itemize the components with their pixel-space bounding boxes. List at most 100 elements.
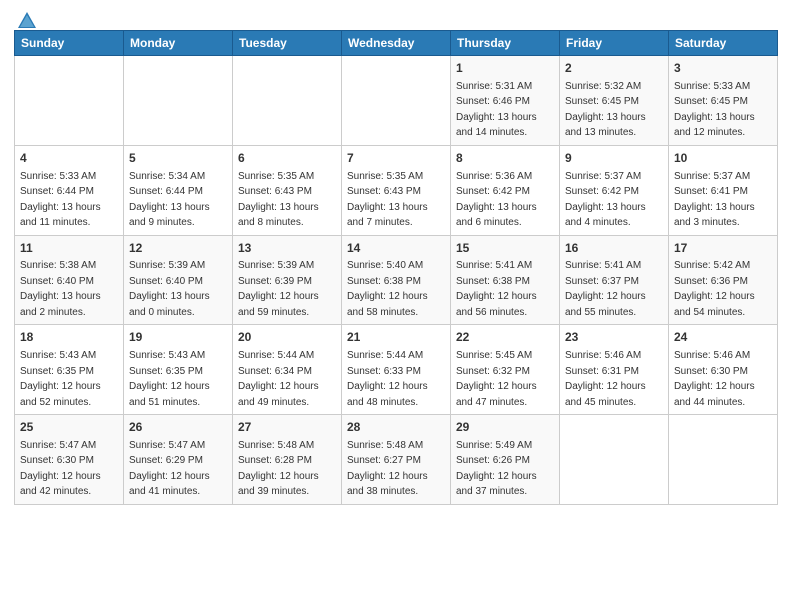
- col-header-saturday: Saturday: [669, 31, 778, 56]
- header-row: SundayMondayTuesdayWednesdayThursdayFrid…: [15, 31, 778, 56]
- day-number: 27: [238, 419, 336, 436]
- day-info: Sunrise: 5:44 AM Sunset: 6:33 PM Dayligh…: [347, 350, 428, 408]
- day-info: Sunrise: 5:35 AM Sunset: 6:43 PM Dayligh…: [238, 171, 319, 229]
- day-cell: [233, 56, 342, 146]
- day-cell: 20 Sunrise: 5:44 AM Sunset: 6:34 PM Dayli…: [233, 325, 342, 415]
- day-number: 2: [565, 60, 663, 77]
- day-cell: 14 Sunrise: 5:40 AM Sunset: 6:38 PM Dayli…: [342, 235, 451, 325]
- day-info: Sunrise: 5:31 AM Sunset: 6:46 PM Dayligh…: [456, 81, 537, 139]
- day-number: 29: [456, 419, 554, 436]
- day-info: Sunrise: 5:33 AM Sunset: 6:45 PM Dayligh…: [674, 81, 755, 139]
- day-info: Sunrise: 5:47 AM Sunset: 6:30 PM Dayligh…: [20, 440, 101, 498]
- header: [14, 10, 778, 26]
- day-cell: 16 Sunrise: 5:41 AM Sunset: 6:37 PM Dayli…: [560, 235, 669, 325]
- day-cell: 7Sunrise: 5:35 AM Sunset: 6:43 PM Daylig…: [342, 145, 451, 235]
- week-row-4: 18 Sunrise: 5:43 AM Sunset: 6:35 PM Dayli…: [15, 325, 778, 415]
- day-number: 3: [674, 60, 772, 77]
- day-number: 6: [238, 150, 336, 167]
- day-cell: 26 Sunrise: 5:47 AM Sunset: 6:29 PM Dayli…: [124, 415, 233, 505]
- day-number: 1: [456, 60, 554, 77]
- day-info: Sunrise: 5:41 AM Sunset: 6:37 PM Dayligh…: [565, 260, 646, 318]
- day-cell: 25 Sunrise: 5:47 AM Sunset: 6:30 PM Dayli…: [15, 415, 124, 505]
- day-info: Sunrise: 5:43 AM Sunset: 6:35 PM Dayligh…: [20, 350, 101, 408]
- day-number: 28: [347, 419, 445, 436]
- day-number: 25: [20, 419, 118, 436]
- col-header-thursday: Thursday: [451, 31, 560, 56]
- day-info: Sunrise: 5:41 AM Sunset: 6:38 PM Dayligh…: [456, 260, 537, 318]
- day-info: Sunrise: 5:46 AM Sunset: 6:30 PM Dayligh…: [674, 350, 755, 408]
- day-number: 10: [674, 150, 772, 167]
- col-header-friday: Friday: [560, 31, 669, 56]
- day-number: 13: [238, 240, 336, 257]
- week-row-1: 1 Sunrise: 5:31 AM Sunset: 6:46 PM Daylig…: [15, 56, 778, 146]
- day-cell: [560, 415, 669, 505]
- day-cell: [669, 415, 778, 505]
- col-header-sunday: Sunday: [15, 31, 124, 56]
- day-number: 11: [20, 240, 118, 257]
- day-info: Sunrise: 5:32 AM Sunset: 6:45 PM Dayligh…: [565, 81, 646, 139]
- day-number: 20: [238, 329, 336, 346]
- day-cell: 28 Sunrise: 5:48 AM Sunset: 6:27 PM Dayli…: [342, 415, 451, 505]
- day-number: 22: [456, 329, 554, 346]
- day-cell: 3 Sunrise: 5:33 AM Sunset: 6:45 PM Daylig…: [669, 56, 778, 146]
- day-info: Sunrise: 5:42 AM Sunset: 6:36 PM Dayligh…: [674, 260, 755, 318]
- day-info: Sunrise: 5:37 AM Sunset: 6:42 PM Dayligh…: [565, 171, 646, 229]
- day-info: Sunrise: 5:46 AM Sunset: 6:31 PM Dayligh…: [565, 350, 646, 408]
- day-cell: [124, 56, 233, 146]
- day-info: Sunrise: 5:43 AM Sunset: 6:35 PM Dayligh…: [129, 350, 210, 408]
- day-number: 21: [347, 329, 445, 346]
- day-number: 24: [674, 329, 772, 346]
- day-number: 14: [347, 240, 445, 257]
- calendar-table: SundayMondayTuesdayWednesdayThursdayFrid…: [14, 30, 778, 505]
- week-row-5: 25 Sunrise: 5:47 AM Sunset: 6:30 PM Dayli…: [15, 415, 778, 505]
- day-cell: 19 Sunrise: 5:43 AM Sunset: 6:35 PM Dayli…: [124, 325, 233, 415]
- day-cell: 18 Sunrise: 5:43 AM Sunset: 6:35 PM Dayli…: [15, 325, 124, 415]
- day-number: 17: [674, 240, 772, 257]
- day-number: 18: [20, 329, 118, 346]
- week-row-2: 4 Sunrise: 5:33 AM Sunset: 6:44 PM Daylig…: [15, 145, 778, 235]
- day-info: Sunrise: 5:35 AM Sunset: 6:43 PM Dayligh…: [347, 171, 428, 229]
- day-cell: 9 Sunrise: 5:37 AM Sunset: 6:42 PM Daylig…: [560, 145, 669, 235]
- day-info: Sunrise: 5:48 AM Sunset: 6:28 PM Dayligh…: [238, 440, 319, 498]
- day-number: 4: [20, 150, 118, 167]
- day-cell: 23 Sunrise: 5:46 AM Sunset: 6:31 PM Dayli…: [560, 325, 669, 415]
- day-cell: 21 Sunrise: 5:44 AM Sunset: 6:33 PM Dayli…: [342, 325, 451, 415]
- day-cell: 27 Sunrise: 5:48 AM Sunset: 6:28 PM Dayli…: [233, 415, 342, 505]
- day-cell: [342, 56, 451, 146]
- day-info: Sunrise: 5:37 AM Sunset: 6:41 PM Dayligh…: [674, 171, 755, 229]
- day-cell: 22Sunrise: 5:45 AM Sunset: 6:32 PM Dayli…: [451, 325, 560, 415]
- col-header-monday: Monday: [124, 31, 233, 56]
- page: SundayMondayTuesdayWednesdayThursdayFrid…: [0, 0, 792, 513]
- col-header-tuesday: Tuesday: [233, 31, 342, 56]
- day-info: Sunrise: 5:36 AM Sunset: 6:42 PM Dayligh…: [456, 171, 537, 229]
- day-number: 8: [456, 150, 554, 167]
- day-info: Sunrise: 5:34 AM Sunset: 6:44 PM Dayligh…: [129, 171, 210, 229]
- day-number: 23: [565, 329, 663, 346]
- day-cell: 4 Sunrise: 5:33 AM Sunset: 6:44 PM Daylig…: [15, 145, 124, 235]
- day-info: Sunrise: 5:47 AM Sunset: 6:29 PM Dayligh…: [129, 440, 210, 498]
- day-info: Sunrise: 5:38 AM Sunset: 6:40 PM Dayligh…: [20, 260, 101, 318]
- day-number: 12: [129, 240, 227, 257]
- day-info: Sunrise: 5:48 AM Sunset: 6:27 PM Dayligh…: [347, 440, 428, 498]
- day-cell: 5 Sunrise: 5:34 AM Sunset: 6:44 PM Daylig…: [124, 145, 233, 235]
- day-cell: 24 Sunrise: 5:46 AM Sunset: 6:30 PM Dayli…: [669, 325, 778, 415]
- day-cell: 17 Sunrise: 5:42 AM Sunset: 6:36 PM Dayli…: [669, 235, 778, 325]
- day-info: Sunrise: 5:33 AM Sunset: 6:44 PM Dayligh…: [20, 171, 101, 229]
- day-number: 5: [129, 150, 227, 167]
- day-number: 16: [565, 240, 663, 257]
- day-number: 26: [129, 419, 227, 436]
- day-cell: 13Sunrise: 5:39 AM Sunset: 6:39 PM Dayli…: [233, 235, 342, 325]
- day-cell: 29 Sunrise: 5:49 AM Sunset: 6:26 PM Dayli…: [451, 415, 560, 505]
- day-info: Sunrise: 5:40 AM Sunset: 6:38 PM Dayligh…: [347, 260, 428, 318]
- col-header-wednesday: Wednesday: [342, 31, 451, 56]
- week-row-3: 11 Sunrise: 5:38 AM Sunset: 6:40 PM Dayli…: [15, 235, 778, 325]
- day-number: 9: [565, 150, 663, 167]
- day-cell: 6 Sunrise: 5:35 AM Sunset: 6:43 PM Daylig…: [233, 145, 342, 235]
- day-info: Sunrise: 5:44 AM Sunset: 6:34 PM Dayligh…: [238, 350, 319, 408]
- day-cell: 12Sunrise: 5:39 AM Sunset: 6:40 PM Dayli…: [124, 235, 233, 325]
- day-cell: 2 Sunrise: 5:32 AM Sunset: 6:45 PM Daylig…: [560, 56, 669, 146]
- day-info: Sunrise: 5:49 AM Sunset: 6:26 PM Dayligh…: [456, 440, 537, 498]
- day-number: 15: [456, 240, 554, 257]
- day-cell: 1 Sunrise: 5:31 AM Sunset: 6:46 PM Daylig…: [451, 56, 560, 146]
- day-number: 19: [129, 329, 227, 346]
